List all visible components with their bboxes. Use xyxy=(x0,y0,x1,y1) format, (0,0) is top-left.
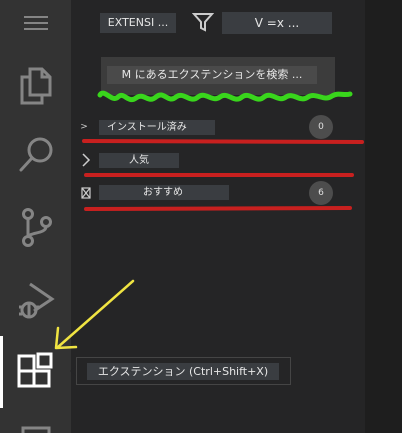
section-recommended[interactable]: おすすめ 6 xyxy=(71,181,365,205)
extensions-icon[interactable] xyxy=(0,336,71,408)
chevron-right-icon xyxy=(79,149,93,171)
menu-icon[interactable] xyxy=(0,8,71,38)
activity-bar xyxy=(0,0,71,433)
remote-icon[interactable] xyxy=(0,418,71,433)
chevron-right-icon: > xyxy=(80,122,88,132)
search-box[interactable]: M にあるエクステンションを検索 ... xyxy=(101,57,335,95)
count-badge: 0 xyxy=(309,115,333,139)
section-label: おすすめ xyxy=(99,185,229,200)
search-input[interactable]: M にあるエクステンションを検索 ... xyxy=(107,66,317,84)
extensions-title-button[interactable]: EXTENSI ... xyxy=(100,13,176,33)
editor-area xyxy=(365,0,402,433)
vscode-window: EXTENSI ... V =x ... M にあるエクステンションを検索 ..… xyxy=(0,0,402,433)
extensions-tooltip: エクステンション (Ctrl+Shift+X) xyxy=(76,357,291,385)
count-badge: 6 xyxy=(309,181,333,205)
collapse-box-icon xyxy=(79,182,93,204)
section-installed[interactable]: > インストール済み 0 xyxy=(71,115,365,139)
views-button[interactable]: V =x ... xyxy=(222,12,332,34)
files-icon[interactable] xyxy=(0,60,71,110)
source-control-icon[interactable] xyxy=(0,202,71,252)
tooltip-text: エクステンション (Ctrl+Shift+X) xyxy=(87,363,279,380)
run-debug-icon[interactable] xyxy=(0,276,71,326)
section-label: インストール済み xyxy=(99,120,215,135)
section-label: 人気 xyxy=(99,153,179,168)
filter-icon[interactable] xyxy=(190,9,216,35)
search-icon[interactable] xyxy=(0,130,71,180)
section-popular[interactable]: 人気 xyxy=(71,149,365,171)
